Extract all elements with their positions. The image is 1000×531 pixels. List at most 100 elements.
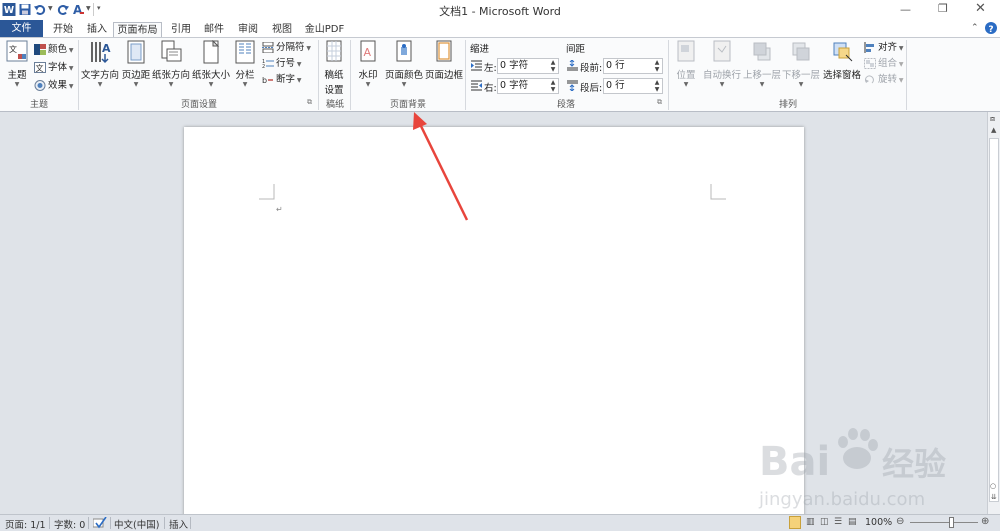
tab-page-layout[interactable]: 页面布局 xyxy=(113,22,162,38)
tab-view[interactable]: 视图 xyxy=(267,22,297,37)
indent-right-spinner[interactable]: 0 字符 ▲ ▼ xyxy=(497,78,559,94)
zoom-slider-thumb[interactable] xyxy=(948,517,954,528)
zoom-out-icon[interactable]: ⊖ xyxy=(896,516,904,527)
send-backward-button[interactable]: 下移一层 ▼ xyxy=(782,40,820,88)
themes-button[interactable]: 文 主题 ▼ xyxy=(2,40,32,88)
theme-colors-button[interactable]: 颜色 ▼ xyxy=(34,42,74,57)
position-button[interactable]: 位置 ▼ xyxy=(672,40,700,88)
page-count[interactable]: 页面: 1/1 xyxy=(5,517,46,531)
align-button[interactable]: 对齐 ▼ xyxy=(864,40,904,55)
browse-object-icon[interactable]: ○ xyxy=(990,482,996,490)
spinner-arrows-icon[interactable]: ▲ ▼ xyxy=(548,79,558,93)
restore-icon[interactable]: ❐ xyxy=(938,2,948,15)
tab-references[interactable]: 引用 xyxy=(166,22,196,37)
bring-forward-button[interactable]: 上移一层 ▼ xyxy=(743,40,781,88)
collapse-ribbon-icon[interactable]: ⌃ xyxy=(971,23,979,33)
selection-pane-icon xyxy=(833,42,853,62)
draft-paper-settings-button[interactable]: 稿纸 设置 xyxy=(320,40,348,96)
page-borders-icon xyxy=(436,40,452,62)
print-layout-view-icon[interactable] xyxy=(789,516,801,529)
bring-forward-icon xyxy=(753,42,771,61)
group-separator xyxy=(318,40,319,110)
wrap-text-button[interactable]: 自动换行 ▼ xyxy=(702,40,742,88)
svg-text:文: 文 xyxy=(9,44,17,54)
svg-text:?: ? xyxy=(988,25,993,34)
tab-kingsoft-pdf[interactable]: 金山PDF xyxy=(301,22,348,37)
baidu-watermark-logo: Bai 经验 jingyan.baidu.com xyxy=(758,428,946,510)
svg-text:jingyan.baidu.com: jingyan.baidu.com xyxy=(758,489,925,510)
full-screen-reading-view-icon[interactable]: ▥ xyxy=(806,517,815,527)
help-icon[interactable]: ? xyxy=(985,22,997,34)
scroll-thumb[interactable] xyxy=(989,138,999,502)
outline-view-icon[interactable]: ☰ xyxy=(834,517,842,527)
indent-left-value: 0 字符 xyxy=(500,60,529,71)
margins-button[interactable]: 页边距 ▼ xyxy=(121,40,151,88)
indent-right-value: 0 字符 xyxy=(500,80,529,91)
tab-review[interactable]: 审阅 xyxy=(233,22,263,37)
draft-view-icon[interactable]: ▤ xyxy=(848,517,857,527)
zoom-level[interactable]: 100% xyxy=(865,517,892,528)
text-direction-button[interactable]: A 文字方向 ▼ xyxy=(80,40,120,88)
orientation-button[interactable]: 纸张方向 ▼ xyxy=(152,40,190,88)
group-objects-icon xyxy=(864,58,876,69)
selection-pane-button[interactable]: 选择窗格 xyxy=(822,40,862,81)
spacing-before-icon xyxy=(567,60,578,71)
ribbon-tab-bar: 文件 开始 插入 页面布局 引用 邮件 审阅 视图 金山PDF ⌃ ? xyxy=(0,20,1000,38)
tab-insert[interactable]: 插入 xyxy=(82,22,112,37)
group-objects-button[interactable]: 组合 ▼ xyxy=(864,56,904,71)
spacing-before-value: 0 行 xyxy=(606,60,625,71)
tab-mailings[interactable]: 邮件 xyxy=(199,22,229,37)
close-icon[interactable]: ✕ xyxy=(975,1,986,16)
group-label-theme: 主题 xyxy=(29,100,48,110)
columns-icon xyxy=(235,40,255,64)
indent-left-spinner[interactable]: 0 字符 ▲ ▼ xyxy=(497,58,559,74)
page-setup-dialog-launcher-icon[interactable]: ⧉ xyxy=(307,98,312,107)
rotate-button[interactable]: 旋转 ▼ xyxy=(864,72,904,87)
group-label-arrange: 排列 xyxy=(778,100,797,110)
spacing-before-spinner[interactable]: 0 行 ▲ ▼ xyxy=(603,58,663,74)
scroll-up-icon[interactable]: ▲ xyxy=(991,126,996,134)
theme-fonts-button[interactable]: 文字体 ▼ xyxy=(34,60,74,75)
language-indicator[interactable]: 中文(中国) xyxy=(114,517,159,531)
theme-fonts-icon: 文 xyxy=(34,62,46,73)
indent-left-icon xyxy=(471,60,482,71)
indent-left-label: 左: xyxy=(484,63,497,74)
paragraph-dialog-launcher-icon[interactable]: ⧉ xyxy=(657,98,662,107)
page-borders-button[interactable]: 页面边框 xyxy=(425,40,463,81)
minimize-icon[interactable]: — xyxy=(900,3,911,16)
document-page[interactable]: ↵ xyxy=(184,127,804,531)
svg-text:文: 文 xyxy=(36,63,44,73)
ruler-toggle-icon[interactable]: ⧈ xyxy=(990,114,995,124)
next-page-icon[interactable]: ⇊ xyxy=(991,493,997,501)
page-size-button[interactable]: 纸张大小 ▼ xyxy=(191,40,231,88)
indent-right-icon xyxy=(471,80,482,91)
vertical-scrollbar[interactable]: ⧈ ▲ ○ ⇊ xyxy=(987,112,1000,514)
spacing-title: 间距 xyxy=(566,44,586,55)
web-layout-view-icon[interactable]: ◫ xyxy=(820,517,829,527)
hyphenation-button[interactable]: b 断字 ▼ xyxy=(262,72,302,87)
spacing-after-label: 段后: xyxy=(580,83,603,94)
spinner-arrows-icon[interactable]: ▲ ▼ xyxy=(652,59,662,73)
indent-title: 缩进 xyxy=(470,44,490,55)
columns-button[interactable]: 分栏 ▼ xyxy=(232,40,258,88)
breaks-button[interactable]: 分隔符 ▼ xyxy=(262,40,311,55)
group-label-page-setup: 页面设置 xyxy=(180,100,217,110)
margins-icon xyxy=(127,40,145,64)
zoom-slider-track[interactable] xyxy=(910,522,978,523)
tab-home[interactable]: 开始 xyxy=(48,22,78,37)
window-title: 文档1 - Microsoft Word xyxy=(439,5,561,18)
proofing-check-icon[interactable] xyxy=(93,517,107,529)
insert-mode-indicator[interactable]: 插入 xyxy=(169,517,188,531)
tab-file[interactable]: 文件 xyxy=(0,20,43,37)
zoom-in-icon[interactable]: ⊕ xyxy=(981,516,989,527)
page-color-button[interactable]: 页面颜色 ▼ xyxy=(384,40,424,88)
spacing-after-spinner[interactable]: 0 行 ▲ ▼ xyxy=(603,78,663,94)
line-numbers-button[interactable]: 1 2 行号 ▼ xyxy=(262,56,302,71)
spinner-arrows-icon[interactable]: ▲ ▼ xyxy=(652,79,662,93)
indent-right-label: 右: xyxy=(484,83,497,94)
watermark-button[interactable]: A 水印 ▼ xyxy=(354,40,382,88)
spinner-arrows-icon[interactable]: ▲ ▼ xyxy=(548,59,558,73)
word-count[interactable]: 字数: 0 xyxy=(54,517,85,531)
theme-effects-button[interactable]: 效果 ▼ xyxy=(34,78,74,93)
theme-colors-icon xyxy=(34,44,46,55)
